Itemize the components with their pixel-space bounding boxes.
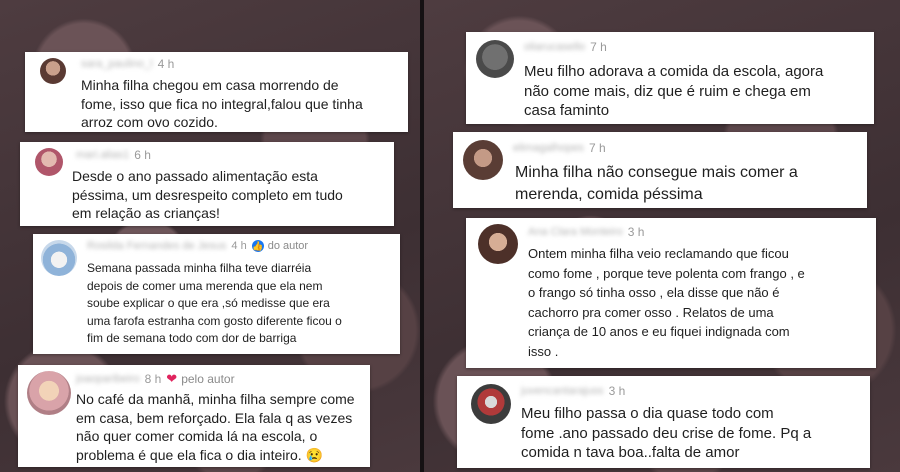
comment-card: Rosilda Fernandes de Jesus 4 h 👍 do auto… [33, 234, 400, 354]
thumbs-up-icon: 👍 [251, 240, 264, 252]
author-tag-label: pelo autor [181, 372, 235, 386]
avatar[interactable] [35, 148, 63, 176]
comment-author[interactable]: Ana Clara Monteiro [528, 226, 623, 238]
avatar[interactable] [476, 40, 514, 78]
comment-text: No café da manhã, minha filha sempre com… [76, 391, 355, 463]
avatar[interactable] [40, 58, 66, 84]
comment-text: Meu filho passa o dia quase todo com fom… [521, 405, 812, 461]
comment-card: Ana Clara Monteiro 3 h Ontem minha filha… [466, 218, 876, 368]
comment-text: Ontem minha filha veio reclamando que fi… [528, 246, 805, 359]
avatar[interactable] [478, 224, 518, 264]
comment-time: 4 h [231, 240, 247, 252]
comment-meta: Rosilda Fernandes de Jesus 4 h 👍 do auto… [87, 240, 308, 252]
comment-time: 7 h [590, 40, 607, 54]
comment-meta: mari.alias1 6 h [76, 148, 151, 162]
comment-text: Minha filha chegou em casa morrendo de f… [81, 77, 363, 131]
comment-author[interactable]: joaoparibeiro [76, 373, 140, 385]
comment-meta: sara_paulino_l 4 h [81, 57, 174, 71]
comment-time: 4 h [157, 57, 175, 71]
comment-author[interactable]: oliarucasello [524, 41, 585, 53]
comment-card: joaoparibeiro 8 h ❤ pelo autor No café d… [18, 365, 370, 467]
avatar[interactable] [463, 140, 503, 180]
avatar[interactable] [27, 371, 71, 415]
comment-time: 3 h [627, 225, 645, 239]
comment-time: 8 h [144, 372, 162, 386]
comment-author[interactable]: juvencantarajuss [521, 385, 604, 397]
comment-text: Meu filho adorava a comida da escola, ag… [524, 63, 824, 119]
comment-author[interactable]: sara_paulino_l [81, 58, 153, 70]
author-tag-label: do autor [267, 240, 309, 252]
comment-card: juvencantarajuss 3 h Meu filho passa o d… [457, 376, 870, 468]
comment-text: Desde o ano passado alimentação esta pés… [72, 168, 343, 222]
avatar[interactable] [41, 240, 77, 276]
comment-time: 6 h [134, 148, 151, 162]
comment-text: Semana passada minha filha teve diarréia… [87, 261, 342, 346]
comment-meta: Ana Clara Monteiro 3 h [528, 225, 644, 239]
heart-icon: ❤ [166, 371, 178, 386]
right-screenshot-panel: oliarucasello 7 h Meu filho adorava a co… [424, 0, 900, 472]
comment-text: Minha filha não consegue mais comer a me… [515, 164, 798, 203]
comment-card: mari.alias1 6 h Desde o ano passado alim… [20, 142, 394, 226]
comment-card: elimagalhopes 7 h Minha filha não conseg… [453, 132, 867, 208]
author-reply-tag: ❤ pelo autor [166, 371, 234, 387]
comment-time: 7 h [588, 141, 606, 155]
left-screenshot-panel: sara_paulino_l 4 h Minha filha chegou em… [0, 0, 420, 472]
comment-card: sara_paulino_l 4 h Minha filha chegou em… [25, 52, 408, 132]
comment-meta: joaoparibeiro 8 h ❤ pelo autor [76, 371, 235, 387]
comment-author[interactable]: elimagalhopes [513, 142, 584, 154]
comment-meta: juvencantarajuss 3 h [521, 384, 625, 398]
comment-author[interactable]: mari.alias1 [76, 149, 129, 161]
comment-author[interactable]: Rosilda Fernandes de Jesus [87, 240, 226, 252]
comment-card: oliarucasello 7 h Meu filho adorava a co… [466, 32, 874, 124]
author-reply-tag: 👍 do autor [251, 240, 309, 252]
comment-meta: oliarucasello 7 h [524, 40, 607, 54]
avatar[interactable] [471, 384, 511, 424]
comment-time: 3 h [608, 384, 626, 398]
comment-meta: elimagalhopes 7 h [513, 141, 606, 155]
